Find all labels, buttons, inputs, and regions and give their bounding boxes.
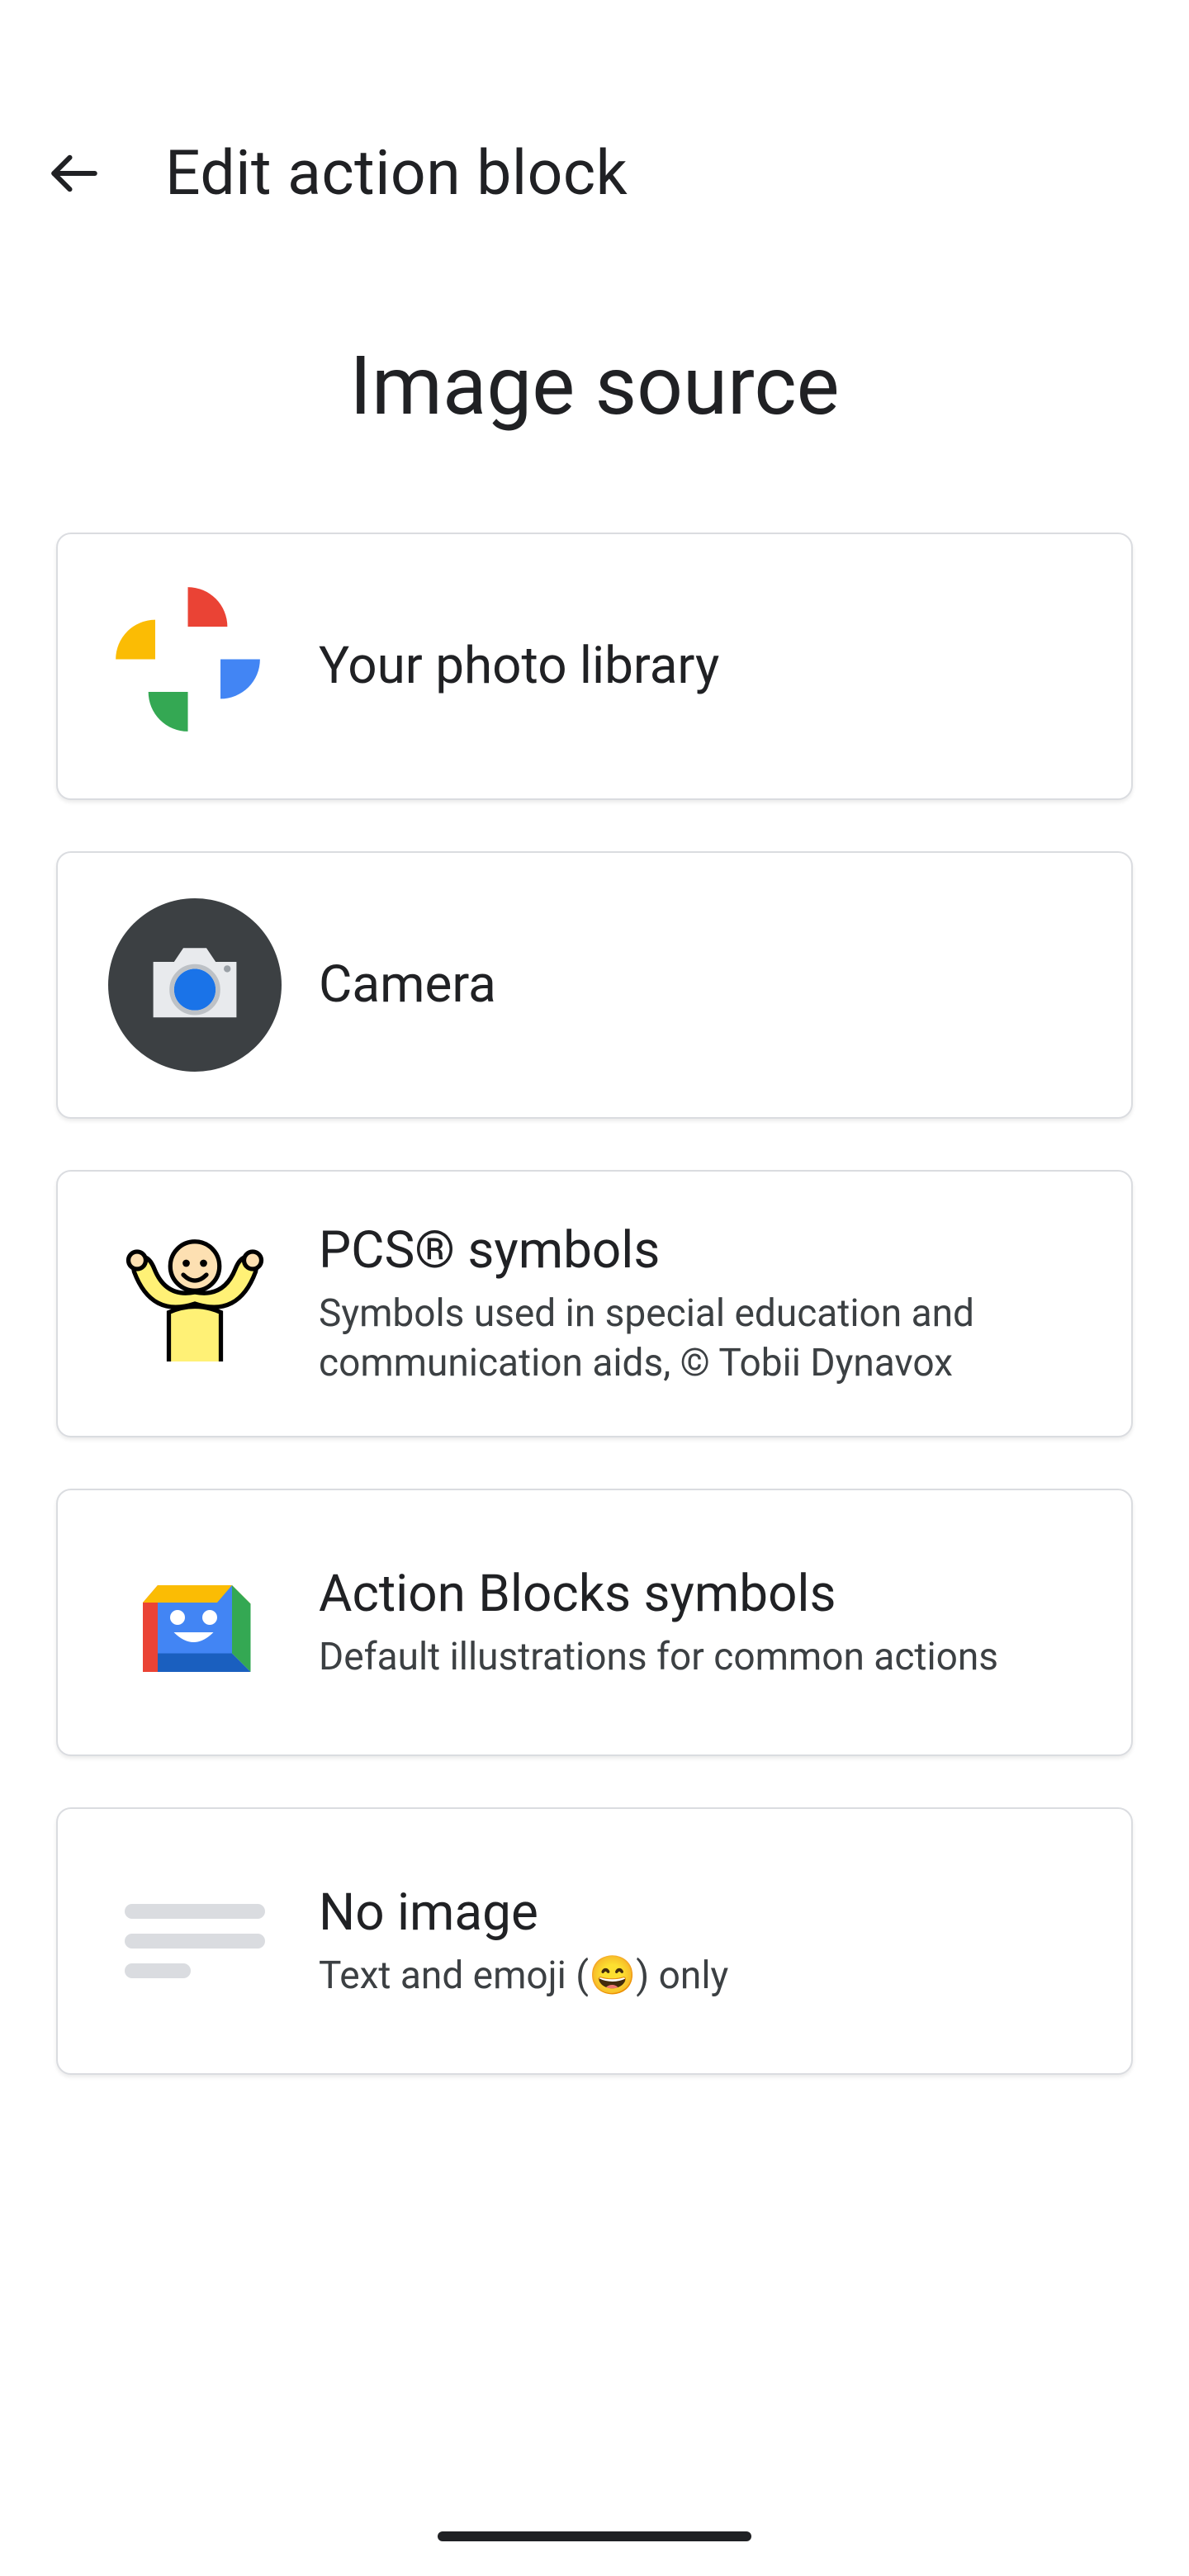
page-title: Edit action block (165, 137, 628, 210)
camera-icon (104, 894, 286, 1076)
option-no-image-description: Text and emoji (😄) only (319, 1952, 1085, 2001)
back-button[interactable] (33, 132, 116, 215)
gesture-nav-bar[interactable] (438, 2531, 751, 2541)
app-bar: Edit action block (0, 0, 1189, 248)
option-camera-title: Camera (319, 953, 1085, 1017)
option-action-blocks[interactable]: Action Blocks symbols Default illustrati… (56, 1489, 1133, 1756)
google-photos-icon (104, 575, 286, 757)
options-list: Your photo library Camera (0, 533, 1189, 2075)
option-action-blocks-title: Action Blocks symbols (319, 1562, 1085, 1627)
option-pcs-title: PCS® symbols (319, 1219, 1085, 1283)
pcs-person-icon (104, 1213, 286, 1395)
option-pcs-description: Symbols used in special education and co… (319, 1290, 1085, 1389)
option-no-image-title: No image (319, 1881, 1085, 1945)
option-pcs-symbols[interactable]: PCS® symbols Symbols used in special edu… (56, 1170, 1133, 1437)
action-blocks-icon (104, 1532, 286, 1713)
option-photo-library-title: Your photo library (319, 634, 1085, 698)
section-title: Image source (0, 339, 1189, 433)
option-camera[interactable]: Camera (56, 851, 1133, 1119)
text-lines-icon (104, 1850, 286, 2032)
option-no-image[interactable]: No image Text and emoji (😄) only (56, 1807, 1133, 2075)
back-arrow-icon (47, 146, 102, 201)
option-photo-library[interactable]: Your photo library (56, 533, 1133, 800)
option-action-blocks-description: Default illustrations for common actions (319, 1633, 1085, 1683)
